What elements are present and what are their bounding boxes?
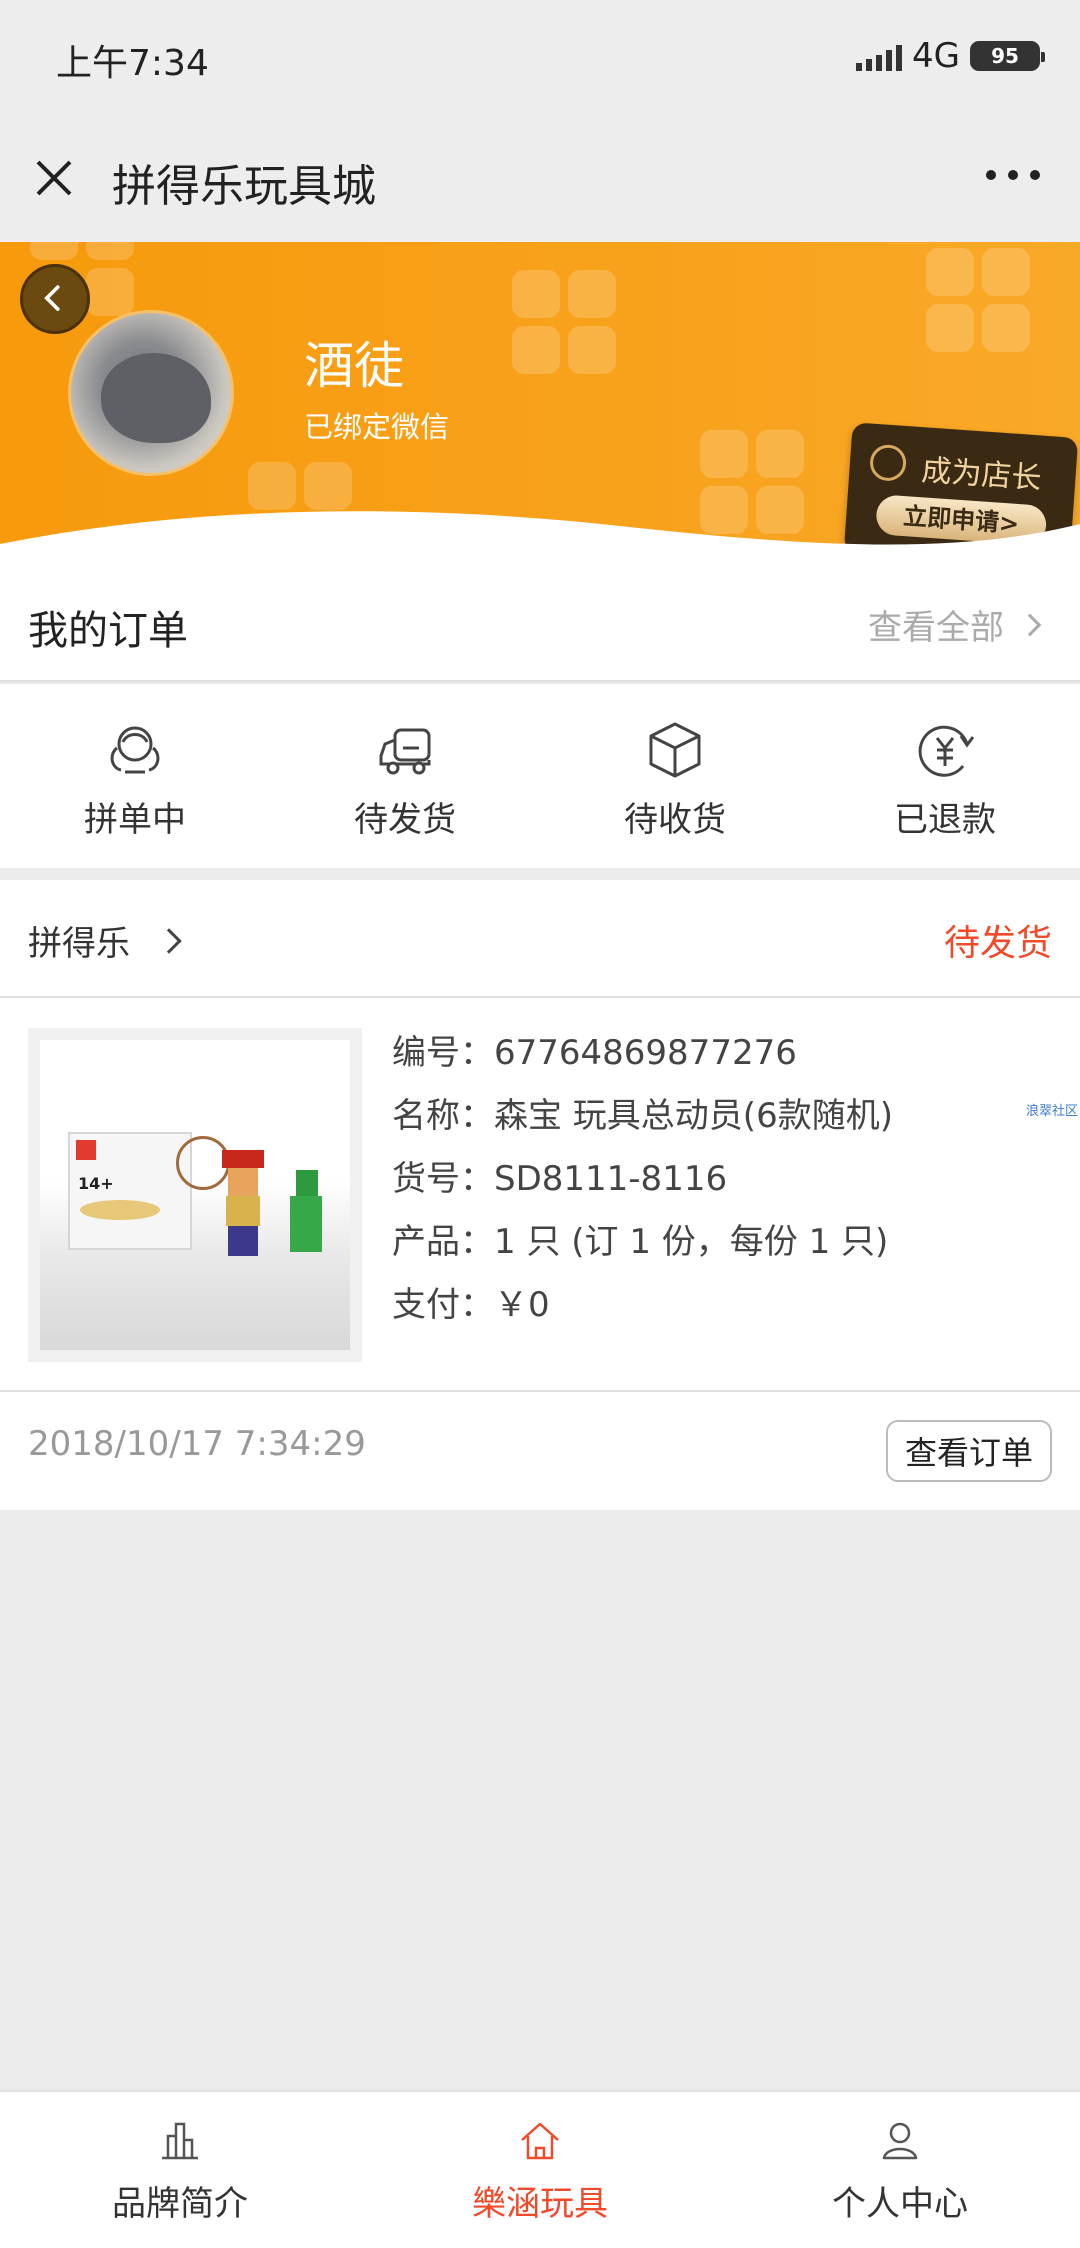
product-row[interactable]: 14+ 编号：67764869877276 名称：森宝 玩具总动员(6款随机) … — [0, 1000, 1080, 1392]
view-all-label: 查看全部 — [868, 608, 1004, 648]
my-orders-header: 我的订单 查看全部 — [0, 556, 1080, 682]
status-icons: 4G 95 — [856, 34, 1045, 78]
battery-icon: 95 — [970, 41, 1045, 71]
status-tab-label: 拼单中 — [84, 800, 186, 840]
status-tab-refunded[interactable]: 已退款 — [810, 684, 1080, 868]
order-status-tabs: 拼单中 待发货 待收货 已退款 — [0, 684, 1080, 868]
brand-logo-icon — [76, 1140, 96, 1160]
order-card: 拼得乐 待发货 14+ 编号：67764869877276 名称：森宝 玩具总动… — [0, 880, 1080, 1510]
order-number: 编号：67764869877276 — [392, 1033, 797, 1073]
user-icon — [882, 2122, 918, 2160]
status-tab-to-receive[interactable]: 待收货 — [540, 684, 810, 868]
sand-base — [80, 1200, 160, 1220]
tab-toys[interactable]: 樂涵玩具 — [360, 2092, 720, 2248]
profile-banner: 酒徒 已绑定微信 成为店长 立即申请> — [0, 242, 1080, 572]
tab-personal-center[interactable]: 个人中心 — [720, 2092, 1080, 2248]
signal-icon — [856, 41, 903, 71]
wechat-bound-label: 已绑定微信 — [304, 410, 450, 444]
more-icon[interactable] — [986, 170, 1040, 180]
user-name: 酒徒 — [304, 337, 404, 395]
network-type: 4G — [912, 36, 960, 76]
tab-label: 个人中心 — [832, 2184, 968, 2224]
order-time: 2018/10/17 7:34:29 — [28, 1424, 366, 1464]
dinosaur-figure — [290, 1170, 322, 1260]
product-name: 名称：森宝 玩具总动员(6款随机) — [392, 1096, 893, 1136]
chevron-right-icon — [1018, 613, 1042, 636]
status-tab-to-ship[interactable]: 待发货 — [270, 684, 540, 868]
battery-level: 95 — [991, 44, 1019, 68]
store-name: 拼得乐 — [28, 924, 130, 964]
order-status: 待发货 — [943, 923, 1052, 964]
tab-brand-intro[interactable]: 品牌简介 — [0, 2092, 360, 2248]
tab-label: 樂涵玩具 — [472, 2184, 608, 2224]
package-icon — [649, 722, 701, 778]
toy-figure — [218, 1150, 268, 1260]
status-time: 上午7:34 — [56, 43, 209, 84]
status-bar: 上午7:34 4G 95 — [0, 0, 1080, 110]
status-tab-label: 已退款 — [894, 800, 996, 840]
status-tab-grouping[interactable]: 拼单中 — [0, 684, 270, 868]
status-tab-label: 待收货 — [624, 800, 726, 840]
my-orders-title: 我的订单 — [28, 608, 188, 654]
product-quantity: 产品：1 只 (订 1 份，每份 1 只) — [392, 1222, 889, 1262]
truck-icon — [379, 728, 431, 775]
product-sku: 货号：SD8111-8116 — [392, 1159, 728, 1199]
box-age-label: 14+ — [78, 1174, 114, 1193]
title-bar: 拼得乐玩具城 — [0, 110, 1080, 242]
community-tag: 浪翠社区 — [1025, 1104, 1078, 1119]
product-thumbnail: 14+ — [28, 1028, 362, 1362]
avatar[interactable] — [68, 310, 234, 476]
home-icon — [521, 2122, 559, 2160]
bottom-tab-bar: 品牌简介 樂涵玩具 个人中心 — [0, 2090, 1080, 2248]
puzzle-decoration — [512, 270, 622, 380]
product-details: 编号：67764869877276 名称：森宝 玩具总动员(6款随机) 货号：S… — [392, 1022, 893, 1337]
tab-label: 品牌简介 — [112, 2184, 248, 2224]
chevron-right-icon — [156, 928, 182, 954]
group-icon — [110, 726, 160, 774]
payment-amount: 支付：￥0 — [392, 1285, 550, 1325]
building-icon — [162, 2122, 198, 2160]
crown-icon — [868, 443, 908, 483]
view-order-button[interactable]: 查看订单 — [886, 1420, 1052, 1482]
refund-icon — [918, 725, 975, 777]
store-row[interactable]: 拼得乐 待发货 — [0, 880, 1080, 998]
product-image: 14+ — [40, 1040, 350, 1350]
status-tab-label: 待发货 — [354, 800, 456, 840]
shop-badge-title: 成为店长 — [920, 453, 1043, 497]
order-footer: 2018/10/17 7:34:29 查看订单 — [0, 1394, 1080, 1510]
close-icon[interactable] — [30, 154, 78, 202]
back-button[interactable] — [20, 264, 90, 334]
page-title: 拼得乐玩具城 — [112, 161, 376, 212]
puzzle-decoration — [926, 248, 1036, 358]
chevron-left-icon — [44, 285, 60, 311]
toy-box: 14+ — [68, 1132, 192, 1250]
view-all-orders-link[interactable]: 查看全部 — [868, 600, 1042, 649]
